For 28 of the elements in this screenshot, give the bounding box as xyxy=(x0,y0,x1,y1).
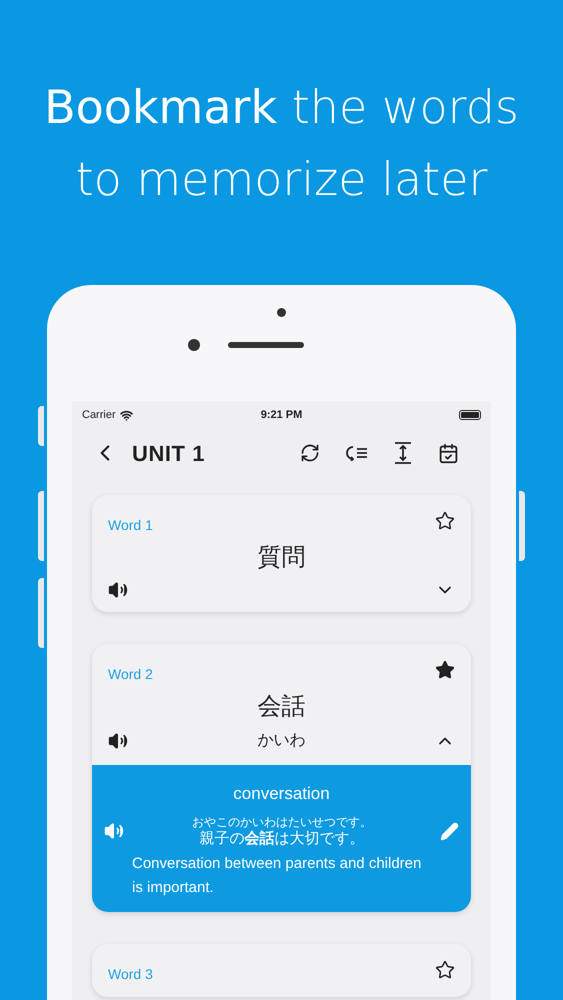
bookmark-star-icon[interactable] xyxy=(435,960,455,980)
example-reading: おやこのかいわはたいせつです。 xyxy=(192,814,372,830)
expand-vertical-icon[interactable] xyxy=(394,442,412,464)
word-label: Word 3 xyxy=(108,965,153,984)
japanese-word: 会話 xyxy=(258,692,306,722)
example-translation: Conversation between parents and children is important. xyxy=(131,854,422,898)
bookmark-star-icon[interactable] xyxy=(435,511,455,531)
meaning-text: conversation xyxy=(233,783,330,805)
headline-line: to memorize later xyxy=(76,151,488,208)
japanese-word: 質問 xyxy=(258,543,306,573)
wifi-icon xyxy=(120,408,133,422)
headline-line: Bookmark the words xyxy=(44,79,519,136)
edit-pencil-icon[interactable] xyxy=(440,822,459,841)
word-label: Word 2 xyxy=(108,665,153,684)
example-sentence: 親子の会話は大切です。 xyxy=(200,830,364,848)
word-label: Word 1 xyxy=(108,516,153,535)
carrier-label: Carrier xyxy=(82,408,116,423)
camera-lens xyxy=(188,339,200,351)
word-reading: かいわ xyxy=(258,731,306,751)
speaker-icon[interactable] xyxy=(108,580,128,600)
list-cycle-icon[interactable] xyxy=(346,445,368,461)
speaker-icon[interactable] xyxy=(108,731,128,751)
battery-icon xyxy=(458,410,481,420)
nav-title: UNIT 1 xyxy=(132,440,205,468)
calendar-check-icon[interactable] xyxy=(438,442,459,464)
status-time: 9:21 PM xyxy=(260,408,302,423)
bookmark-star-icon[interactable] xyxy=(435,660,455,680)
refresh-icon[interactable] xyxy=(300,443,320,463)
